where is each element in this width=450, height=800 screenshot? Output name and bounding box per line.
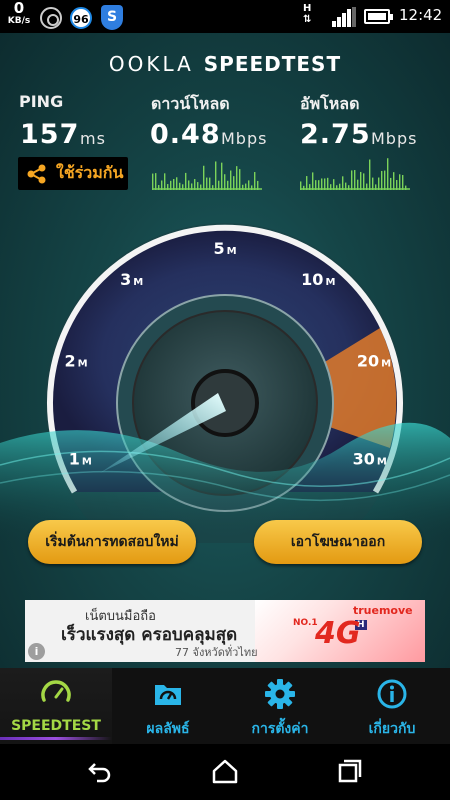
sparkline-bar bbox=[239, 169, 241, 190]
info-icon bbox=[377, 679, 407, 709]
ad-brand-name: truemove bbox=[353, 604, 413, 617]
sparkline-bar bbox=[306, 176, 308, 190]
sparkline-bar bbox=[360, 171, 362, 190]
sparkline-bar bbox=[342, 176, 344, 190]
clock: 12:42 bbox=[399, 6, 443, 24]
speedometer-icon bbox=[41, 680, 71, 702]
sparkline-bar bbox=[164, 173, 166, 190]
download-value: 0.48 bbox=[150, 119, 221, 150]
tab-speedtest-label: SPEEDTEST bbox=[11, 718, 101, 734]
sparkline-bar bbox=[203, 165, 205, 190]
sparkline-bar bbox=[215, 161, 217, 190]
tab-results-label: ผลลัพธ์ bbox=[146, 721, 190, 737]
sparkline-bar bbox=[384, 170, 386, 190]
back-icon[interactable] bbox=[85, 756, 115, 786]
tab-settings[interactable]: การตั้งค่า bbox=[224, 668, 336, 744]
sparkline-bar bbox=[387, 158, 389, 190]
sparkline-bar bbox=[381, 170, 383, 190]
sparkline-bar bbox=[254, 172, 256, 190]
sparkline-bar bbox=[185, 172, 187, 190]
battery-icon bbox=[364, 9, 393, 24]
sparkline-bar bbox=[354, 170, 356, 190]
tab-about[interactable]: เกี่ยวกับ bbox=[336, 668, 448, 744]
ping-unit: ms bbox=[80, 129, 106, 148]
sparkline-bar bbox=[390, 177, 392, 190]
tab-about-label: เกี่ยวกับ bbox=[368, 721, 416, 737]
upload-unit: Mbps bbox=[371, 129, 418, 148]
sparkline-bar bbox=[399, 174, 401, 190]
upload-value: 2.75 bbox=[300, 119, 371, 150]
status-bar: 0 KB/s 96 S H ⇅ 12:42 bbox=[0, 0, 450, 33]
ad-banner[interactable]: เน็ตบนมือถือ เร็วแรงสุด ครอบคลุมสุด 77 จ… bbox=[25, 600, 425, 662]
network-speed-unit: KB/s bbox=[7, 16, 31, 26]
download-sparkline bbox=[152, 161, 262, 190]
shield-icon: S bbox=[101, 5, 123, 30]
gear-icon bbox=[265, 679, 295, 709]
remove-ads-button[interactable]: เอาโฆษณาออก bbox=[254, 520, 422, 564]
sparkline-bar bbox=[221, 162, 223, 190]
sparkline-bar bbox=[378, 177, 380, 190]
ad-brand: truemoveH bbox=[353, 604, 425, 630]
home-icon[interactable] bbox=[210, 756, 240, 786]
network-type-label: H bbox=[303, 3, 312, 14]
sparkline-bar bbox=[393, 172, 395, 190]
tab-speedtest[interactable]: SPEEDTEST bbox=[0, 668, 112, 744]
ad-line-3: 77 จังหวัดทั่วไทย bbox=[175, 646, 258, 659]
sparkline-bar bbox=[312, 172, 314, 190]
bottom-tab-bar: SPEEDTEST ผลลัพธ์ การตั้งค่า เกี่ยวกับ bbox=[0, 668, 450, 744]
upload-sparkline bbox=[300, 158, 410, 190]
sparkline-bar bbox=[230, 170, 232, 190]
share-button-label: ใช้ร่วมกัน bbox=[56, 163, 124, 182]
download-label: ดาวน์โหลด bbox=[151, 94, 230, 113]
share-icon bbox=[27, 164, 46, 183]
ping-label: PING bbox=[19, 92, 64, 111]
sparkline-bar bbox=[233, 176, 235, 190]
sparkline-bar bbox=[152, 173, 154, 190]
sparkline-bar bbox=[327, 177, 329, 190]
download-unit: Mbps bbox=[221, 129, 268, 148]
tab-settings-label: การตั้งค่า bbox=[251, 721, 309, 737]
share-button[interactable]: ใช้ร่วมกัน bbox=[18, 157, 128, 190]
speedtest-screen: OOKLA SPEEDTEST PING 157 ms ดาวน์โหลด 0.4… bbox=[0, 33, 450, 668]
sparkline-bar bbox=[351, 170, 353, 190]
signal-icon bbox=[332, 7, 356, 27]
network-type-icon: H ⇅ bbox=[303, 3, 311, 25]
sparkline-bar bbox=[372, 177, 374, 190]
brand-speedtest: SPEEDTEST bbox=[203, 52, 342, 76]
sparkline-bar bbox=[209, 177, 211, 190]
folder-icon bbox=[155, 685, 181, 705]
data-arrows-icon: ⇅ bbox=[303, 14, 312, 25]
sparkline-bar bbox=[155, 173, 157, 190]
ad-4g-logo: 4G bbox=[315, 616, 361, 651]
sparkline-bar bbox=[369, 159, 371, 190]
tab-results[interactable]: ผลลัพธ์ bbox=[112, 668, 224, 744]
sparkline-bar bbox=[176, 177, 178, 190]
sparkline-bar bbox=[206, 177, 208, 190]
recent-apps-icon[interactable] bbox=[335, 756, 365, 786]
network-speed-indicator: 0 KB/s bbox=[6, 1, 32, 26]
ping-value: 157 bbox=[20, 119, 80, 150]
ad-info-icon[interactable]: i bbox=[28, 643, 45, 660]
sparkline-bar bbox=[402, 175, 404, 190]
sparkline-bar bbox=[363, 173, 365, 190]
ad-no1: NO.1 bbox=[293, 618, 318, 628]
app-logo: OOKLA SPEEDTEST bbox=[0, 52, 450, 76]
retest-button[interactable]: เริ่มต้นการทดสอบใหม่ bbox=[28, 520, 196, 564]
system-nav-bar bbox=[0, 744, 450, 800]
sparkline-bar bbox=[236, 166, 238, 190]
brand-ookla: OOKLA bbox=[108, 52, 194, 76]
speed-gauge: 01M2M3M5M10M20M30M50M bbox=[0, 223, 450, 543]
power-icon bbox=[40, 7, 62, 29]
sparkline-bar bbox=[224, 174, 226, 190]
upload-label: อัพโหลด bbox=[300, 94, 360, 113]
notification-badge: 96 bbox=[70, 7, 92, 29]
network-speed-value: 0 bbox=[13, 0, 25, 17]
